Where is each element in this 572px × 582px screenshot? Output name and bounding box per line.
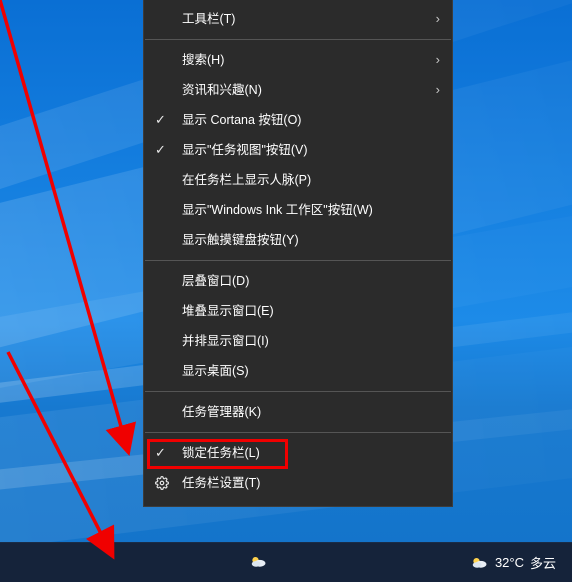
check-icon: ✓ — [155, 438, 166, 468]
taskbar-context-menu: 工具栏(T) › 搜索(H) › 资讯和兴趣(N) › ✓ 显示 Cortana… — [144, 0, 452, 506]
menu-item-taskbar-settings[interactable]: 任务栏设置(T) — [144, 468, 452, 498]
tray-condition: 多云 — [530, 553, 556, 572]
taskbar[interactable]: 32°C 多云 — [0, 542, 572, 582]
gear-icon — [155, 468, 169, 498]
menu-item-sidebyside[interactable]: 并排显示窗口(I) — [144, 326, 452, 356]
menu-label: 任务管理器(K) — [182, 405, 261, 419]
menu-label: 并排显示窗口(I) — [182, 334, 269, 348]
menu-label: 层叠窗口(D) — [182, 274, 249, 288]
menu-label: 显示触摸键盘按钮(Y) — [182, 233, 299, 247]
menu-label: 显示"Windows Ink 工作区"按钮(W) — [182, 203, 373, 217]
menu-separator — [145, 391, 451, 392]
menu-item-cascade[interactable]: 层叠窗口(D) — [144, 266, 452, 296]
check-icon: ✓ — [155, 105, 166, 135]
menu-item-search[interactable]: 搜索(H) › — [144, 45, 452, 75]
menu-item-stack[interactable]: 堆叠显示窗口(E) — [144, 296, 452, 326]
menu-label: 资讯和兴趣(N) — [182, 83, 262, 97]
chevron-right-icon: › — [436, 4, 440, 34]
tray-weather[interactable]: 32°C 多云 — [467, 543, 558, 582]
menu-item-show-cortana[interactable]: ✓ 显示 Cortana 按钮(O) — [144, 105, 452, 135]
chevron-right-icon: › — [436, 45, 440, 75]
menu-label: 堆叠显示窗口(E) — [182, 304, 274, 318]
menu-item-show-people[interactable]: 在任务栏上显示人脉(P) — [144, 165, 452, 195]
check-icon: ✓ — [155, 135, 166, 165]
menu-label: 显示"任务视图"按钮(V) — [182, 143, 308, 157]
menu-label: 显示 Cortana 按钮(O) — [182, 113, 301, 127]
menu-separator — [145, 39, 451, 40]
menu-label: 在任务栏上显示人脉(P) — [182, 173, 311, 187]
taskbar-weather-center[interactable] — [248, 542, 268, 582]
menu-item-show-ink[interactable]: 显示"Windows Ink 工作区"按钮(W) — [144, 195, 452, 225]
weather-icon — [469, 553, 489, 573]
chevron-right-icon: › — [436, 75, 440, 105]
weather-icon — [248, 552, 268, 572]
menu-item-show-desktop[interactable]: 显示桌面(S) — [144, 356, 452, 386]
menu-label: 工具栏(T) — [182, 12, 235, 26]
menu-label: 锁定任务栏(L) — [182, 446, 260, 460]
menu-separator — [145, 432, 451, 433]
menu-item-task-manager[interactable]: 任务管理器(K) — [144, 397, 452, 427]
menu-label: 任务栏设置(T) — [182, 476, 260, 490]
menu-item-news-interests[interactable]: 资讯和兴趣(N) › — [144, 75, 452, 105]
menu-label: 显示桌面(S) — [182, 364, 249, 378]
desktop: 工具栏(T) › 搜索(H) › 资讯和兴趣(N) › ✓ 显示 Cortana… — [0, 0, 572, 582]
menu-label: 搜索(H) — [182, 53, 224, 67]
menu-item-show-taskview[interactable]: ✓ 显示"任务视图"按钮(V) — [144, 135, 452, 165]
menu-item-toolbars[interactable]: 工具栏(T) › — [144, 4, 452, 34]
menu-separator — [145, 260, 451, 261]
menu-item-lock-taskbar[interactable]: ✓ 锁定任务栏(L) — [144, 438, 452, 468]
tray-temperature: 32°C — [495, 555, 524, 570]
menu-item-show-touch-keyboard[interactable]: 显示触摸键盘按钮(Y) — [144, 225, 452, 255]
